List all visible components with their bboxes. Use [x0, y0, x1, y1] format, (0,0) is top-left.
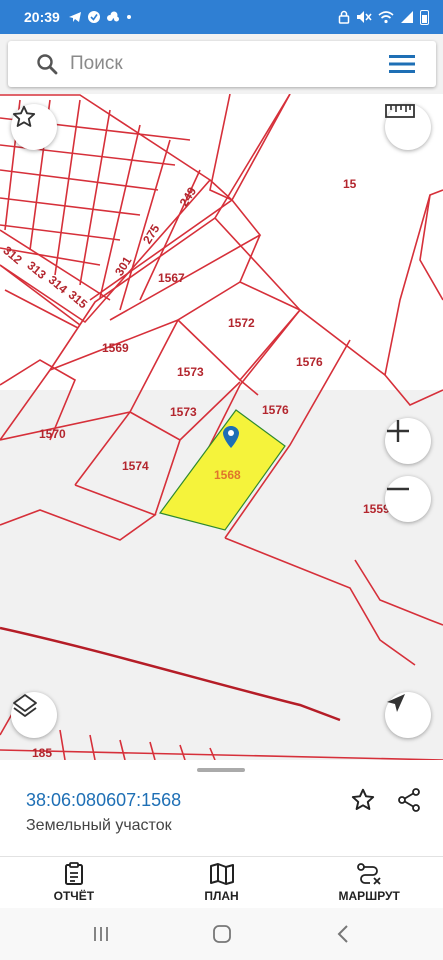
notification-icons [68, 10, 133, 24]
system-icons [338, 9, 429, 25]
home-icon [212, 925, 231, 943]
parcel-label: 1569 [102, 341, 129, 355]
nav-route[interactable]: МАРШРУТ [295, 857, 443, 908]
dot-icon [126, 15, 131, 19]
parcel-label: 185 [32, 746, 52, 760]
favorite-button[interactable] [346, 783, 380, 817]
plus-icon [387, 420, 409, 442]
nav-route-label: МАРШРУТ [338, 889, 400, 903]
favorite-map-button[interactable] [11, 104, 57, 150]
system-navigation [0, 908, 443, 960]
map-plan-icon [209, 863, 234, 885]
cadastral-number[interactable]: 38:06:080607:1568 [26, 790, 181, 811]
nav-plan-label: ПЛАН [204, 889, 239, 903]
parcel-label: 1573 [177, 365, 204, 379]
parcel-label: 1576 [262, 403, 289, 417]
parcel-label: 1573 [170, 405, 197, 419]
search-icon [32, 49, 62, 79]
recent-apps-icon [93, 927, 108, 941]
telegram-icon [68, 12, 81, 22]
layers-icon [13, 694, 37, 717]
star-outline-icon [351, 788, 375, 810]
nav-report[interactable]: ОТЧЁТ [0, 857, 148, 908]
zoom-in-button[interactable] [385, 418, 431, 464]
parcel-label: 1576 [296, 355, 323, 369]
hamburger-icon [389, 55, 415, 73]
back-button[interactable] [323, 914, 363, 954]
parcel-label: 1572 [228, 316, 255, 330]
parcel-label: 1567 [158, 271, 185, 285]
share-icon [398, 788, 420, 812]
nav-plan[interactable]: ПЛАН [148, 857, 296, 908]
cloud-icon [106, 11, 119, 22]
search-bar[interactable] [8, 41, 436, 87]
star-outline-icon [12, 105, 36, 127]
zoom-out-button[interactable] [385, 476, 431, 522]
minus-icon [387, 487, 409, 491]
sheet-drag-handle[interactable] [197, 768, 245, 772]
vpn-icon [87, 11, 100, 23]
back-icon [337, 925, 348, 943]
parcel-label: 1574 [122, 459, 149, 473]
lock-icon [338, 10, 350, 24]
cadastral-map[interactable]: 15 249 275 301 312 313 314 315 1567 1569… [0, 94, 443, 768]
nav-report-label: ОТЧЁТ [53, 889, 95, 903]
bottom-navigation: ОТЧЁТ ПЛАН МАРШРУТ [0, 856, 443, 908]
home-button[interactable] [202, 914, 242, 954]
status-time: 20:39 [24, 9, 60, 25]
share-button[interactable] [392, 783, 426, 817]
mute-icon [357, 11, 372, 23]
menu-button[interactable] [382, 44, 422, 84]
route-icon [357, 863, 381, 885]
ruler-icon [385, 104, 415, 118]
navigation-arrow-icon [387, 694, 405, 712]
report-icon [64, 862, 83, 885]
parcel-label-selected: 1568 [214, 468, 241, 482]
search-input[interactable] [70, 53, 382, 75]
status-bar: 20:39 [0, 0, 443, 34]
signal-icon [401, 11, 413, 23]
ruler-button[interactable] [385, 104, 431, 150]
locate-button[interactable] [385, 692, 431, 738]
parcel-label: 1570 [39, 427, 66, 441]
layers-button[interactable] [11, 692, 57, 738]
battery-icon [420, 9, 429, 25]
wifi-icon [378, 11, 394, 24]
parcel-label: 15 [343, 177, 357, 191]
recent-apps-button[interactable] [81, 914, 121, 954]
map-canvas[interactable]: 15 249 275 301 312 313 314 315 1567 1569… [0, 94, 443, 768]
object-type: Земельный участок [26, 817, 172, 834]
